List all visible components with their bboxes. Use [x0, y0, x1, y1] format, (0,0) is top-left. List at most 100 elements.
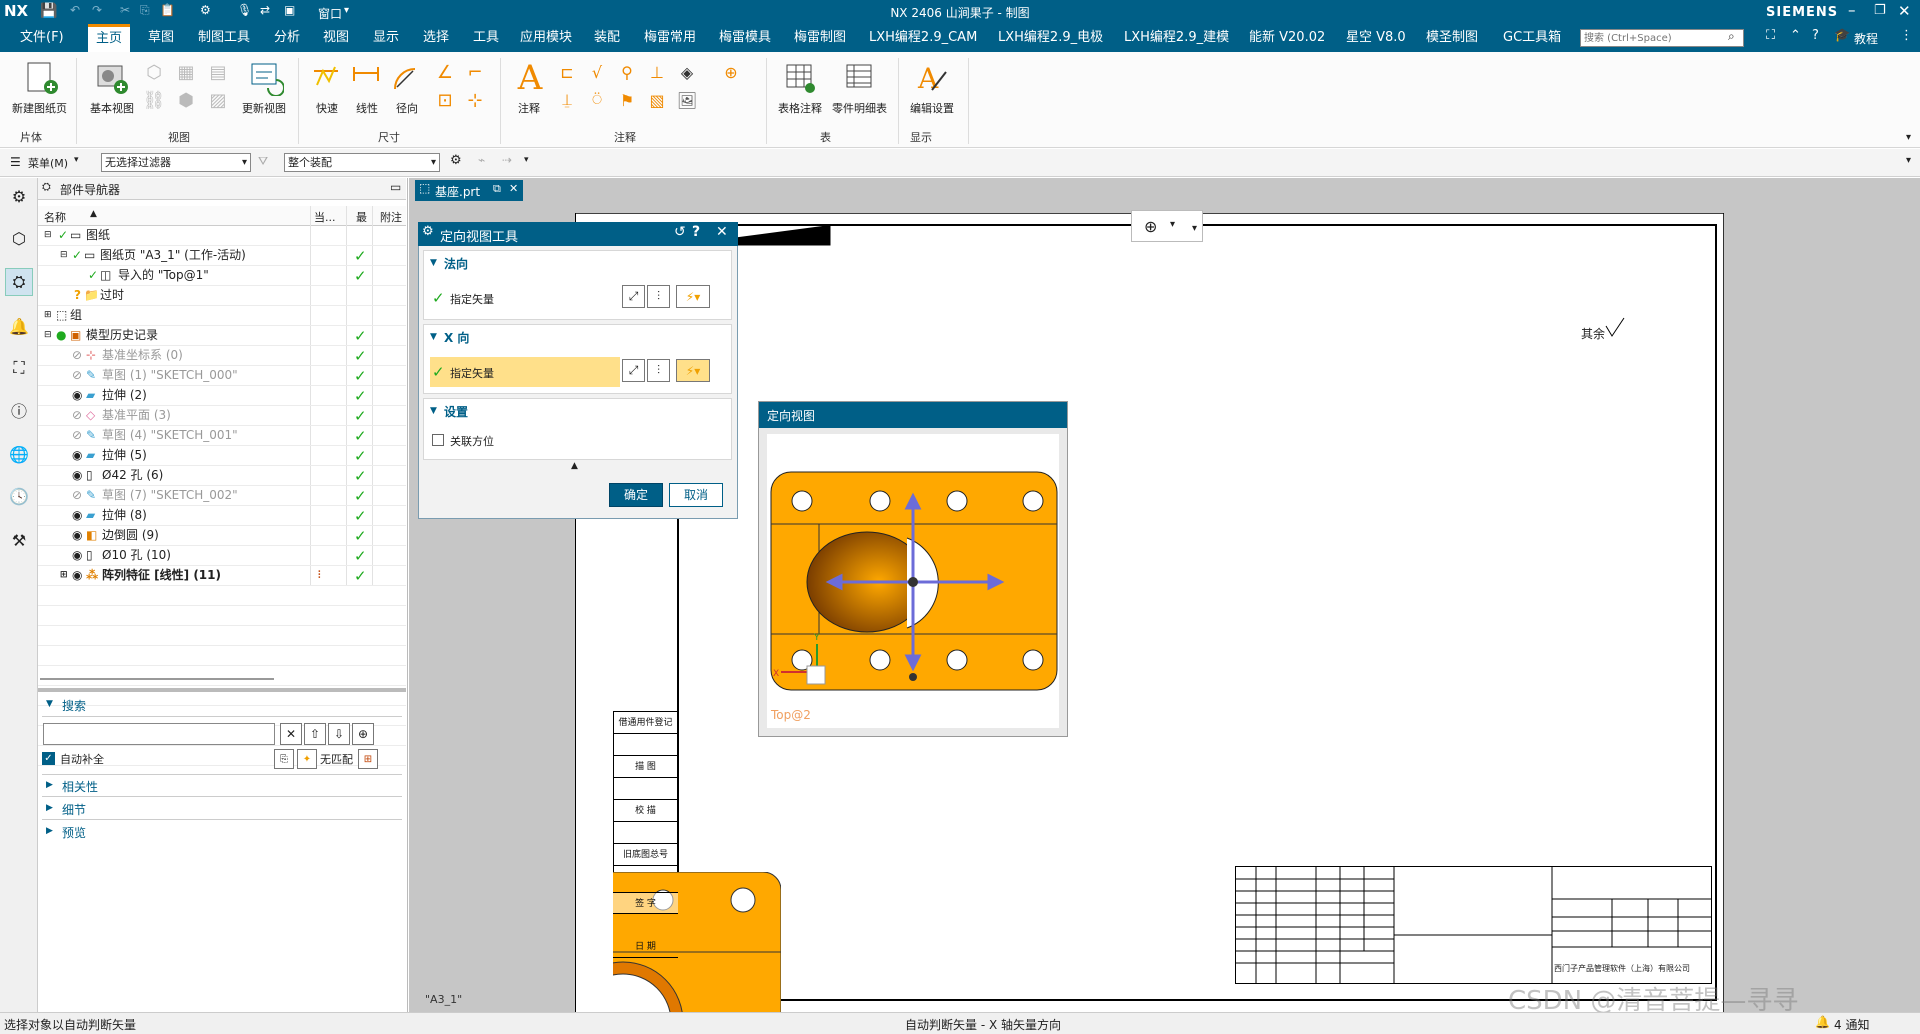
- col-note[interactable]: 附注: [380, 209, 402, 225]
- preview-section[interactable]: 预览: [62, 824, 86, 841]
- window-menu-chevron-icon[interactable]: ▾: [344, 5, 349, 16]
- ok-button[interactable]: 确定: [609, 483, 663, 507]
- tab-xingkong[interactable]: 星空 V8.0: [1346, 24, 1406, 52]
- fullscreen-icon[interactable]: ⛶: [1766, 28, 1775, 43]
- auxiliary-view-icon[interactable]: ▨: [206, 88, 230, 112]
- update-view-button[interactable]: 更新视图: [242, 100, 286, 116]
- normal-collapse-icon[interactable]: ▼: [430, 258, 437, 268]
- preview-expand-icon[interactable]: ▶: [46, 826, 53, 836]
- search-scope-icon[interactable]: ⎘: [274, 749, 294, 769]
- search-highlight-icon[interactable]: ✦: [297, 749, 317, 769]
- navigator-search-input[interactable]: [43, 723, 275, 745]
- tree-row[interactable]: ⊞ ◉ ⁂ 阵列特征 [线性] (11) ⫶ ✓: [38, 566, 406, 586]
- collapse-ribbon-icon[interactable]: ⌃: [1790, 28, 1801, 43]
- normal-inferred-vector-icon[interactable]: ⚡▾: [676, 285, 710, 308]
- panel-splitter[interactable]: [38, 688, 406, 692]
- undo-icon[interactable]: ↶: [70, 3, 80, 17]
- note-icon[interactable]: A: [510, 58, 550, 98]
- search-options-icon[interactable]: ⊞: [358, 749, 378, 769]
- tree-row[interactable]: ◉ ▰ 拉伸 (2) ✓: [38, 386, 406, 406]
- history-icon[interactable]: 🕓: [5, 482, 33, 510]
- balloon-icon[interactable]: ⍥: [584, 88, 610, 112]
- radial-dimension-icon[interactable]: [390, 62, 422, 92]
- tab-gc-toolbox[interactable]: GC工具箱: [1503, 24, 1561, 52]
- tab-meilei-drafting[interactable]: 梅雷制图: [794, 24, 846, 52]
- touch-mode-icon[interactable]: ⚙: [200, 3, 211, 17]
- tab-analysis[interactable]: 分析: [274, 24, 300, 52]
- part-view-top1[interactable]: 签 字 日 期: [613, 872, 781, 1012]
- auto-complete-checkbox[interactable]: ✓: [42, 752, 55, 765]
- tabular-note-button[interactable]: 表格注释: [778, 100, 822, 116]
- window-switch-icon[interactable]: ▣: [284, 3, 295, 17]
- section-view-icon[interactable]: ▦: [174, 60, 198, 84]
- detail-view-icon[interactable]: ▤: [206, 60, 230, 84]
- tab-lxh-cam[interactable]: LXH编程2.9_CAM: [869, 24, 977, 52]
- base-view-button[interactable]: 基本视图: [90, 100, 134, 116]
- tree-row[interactable]: ◉ ▰ 拉伸 (8) ✓: [38, 506, 406, 526]
- settings-section-title[interactable]: 设置: [444, 403, 468, 420]
- close-icon[interactable]: ✕: [1898, 2, 1911, 20]
- snap-options-icon[interactable]: ⌁: [478, 153, 485, 167]
- file-menu[interactable]: 文件(F): [20, 24, 64, 52]
- feature-control-frame-icon[interactable]: ⊏: [554, 60, 580, 84]
- tab-meilei-common[interactable]: 梅雷常用: [644, 24, 696, 52]
- normal-reverse-icon[interactable]: ⫶: [647, 285, 670, 308]
- selbar-chevron-icon[interactable]: ▾: [1906, 155, 1911, 166]
- x-section-title[interactable]: X 向: [444, 329, 469, 346]
- parts-list-icon[interactable]: [842, 58, 878, 98]
- tree-row[interactable]: ⊘ ◇ 基准平面 (3) ✓: [38, 406, 406, 426]
- document-tab[interactable]: ⬚ 基座.prt ⧉ ✕: [415, 180, 523, 201]
- tree-row[interactable]: ◉ ▯ Ø10 孔 (10) ✓: [38, 546, 406, 566]
- tabular-note-icon[interactable]: [782, 58, 818, 98]
- toolbar-more-icon[interactable]: ▾: [1192, 223, 1197, 234]
- update-view-icon[interactable]: [246, 58, 286, 98]
- col-current[interactable]: 当...: [314, 209, 336, 225]
- search-icon[interactable]: ⌕: [1728, 29, 1735, 44]
- tab-view[interactable]: 视图: [323, 24, 349, 52]
- fill-icon[interactable]: ◈: [674, 60, 700, 84]
- tab-applications[interactable]: 应用模块: [520, 24, 572, 52]
- search-down-icon[interactable]: ⇩: [328, 723, 350, 745]
- tree-row[interactable]: ⊞ ⬚ 组: [38, 306, 406, 326]
- bell-icon[interactable]: 🔔: [1815, 1015, 1830, 1029]
- tree-row[interactable]: ⊘ ✎ 草图 (7) "SKETCH_002" ✓: [38, 486, 406, 506]
- angular-dimension-icon[interactable]: ∠: [432, 60, 458, 84]
- restore-icon[interactable]: ❐: [1874, 3, 1886, 18]
- horizontal-scrollbar[interactable]: [40, 678, 274, 680]
- reset-icon[interactable]: ↺: [674, 224, 686, 240]
- edit-settings-button[interactable]: 编辑设置: [910, 100, 954, 116]
- settings-tab-icon[interactable]: ⚙: [5, 182, 33, 210]
- base-view-icon[interactable]: [92, 58, 132, 98]
- rapid-dimension-button[interactable]: 快速: [316, 100, 338, 116]
- command-search-input[interactable]: [1580, 29, 1744, 47]
- tree-row[interactable]: ◉ ▯ Ø42 孔 (6) ✓: [38, 466, 406, 486]
- projected-view-icon[interactable]: ⬡: [142, 60, 166, 84]
- break-view-icon[interactable]: ⛓: [142, 88, 166, 112]
- select-mode-icon[interactable]: ⚙: [450, 153, 462, 168]
- x-collapse-icon[interactable]: ▼: [430, 332, 437, 342]
- tree-row[interactable]: ⊘ ✎ 草图 (1) "SKETCH_000" ✓: [38, 366, 406, 386]
- radial-dimension-button[interactable]: 径向: [396, 100, 418, 116]
- x-inferred-vector-icon[interactable]: ⚡▾: [676, 359, 710, 382]
- menu-button[interactable]: 菜单(M): [28, 155, 68, 171]
- more-options-chevron-icon[interactable]: ▲: [571, 461, 578, 471]
- web-browser-icon[interactable]: 🌐: [5, 440, 33, 468]
- tab-assembly[interactable]: 装配: [594, 24, 620, 52]
- tree-row[interactable]: ⊘ ⊹ 基准坐标系 (0) ✓: [38, 346, 406, 366]
- assembly-navigator-icon[interactable]: ⬡: [5, 224, 33, 252]
- tab-home[interactable]: 主页: [88, 24, 131, 52]
- dependencies-expand-icon[interactable]: ▶: [46, 780, 53, 790]
- roles-icon[interactable]: ⚒: [5, 526, 33, 554]
- tab-mosheng[interactable]: 模圣制图: [1426, 24, 1478, 52]
- col-latest[interactable]: 最: [356, 209, 367, 225]
- tab-display[interactable]: 显示: [373, 24, 399, 52]
- copy-icon[interactable]: ⎘: [140, 3, 150, 18]
- new-sheet-icon[interactable]: [22, 58, 62, 98]
- tree-row[interactable]: ⊟ ● ▣ 模型历史记录 ✓: [38, 326, 406, 346]
- datum-target-icon[interactable]: ⍊: [554, 88, 580, 112]
- cut-icon[interactable]: ✂: [120, 3, 130, 17]
- id-symbol-icon[interactable]: ⚑: [614, 88, 640, 112]
- cancel-button[interactable]: 取消: [669, 483, 723, 507]
- part-navigator-icon[interactable]: ⛭: [5, 268, 33, 296]
- new-sheet-button[interactable]: 新建图纸页: [12, 100, 67, 116]
